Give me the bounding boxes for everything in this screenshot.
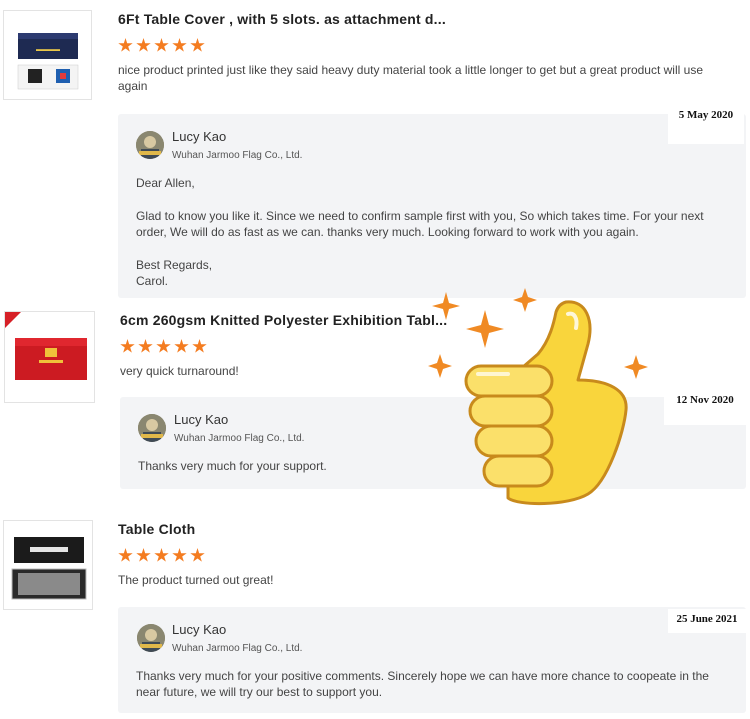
star-icon xyxy=(190,38,205,52)
reply-text-3: Thanks very much for your positive comme… xyxy=(136,668,726,700)
thumbs-up-icon xyxy=(428,288,648,506)
star-icon xyxy=(136,38,151,52)
star-icon xyxy=(172,38,187,52)
rating-stars-1 xyxy=(118,38,205,53)
reply-author-company: Wuhan Jarmoo Flag Co., Ltd. xyxy=(172,643,303,654)
star-icon xyxy=(172,548,187,562)
reply-text-1: Dear Allen, Glad to know you like it. Si… xyxy=(136,175,736,289)
review-text-3: The product turned out great! xyxy=(118,573,274,587)
star-icon xyxy=(154,548,169,562)
star-icon xyxy=(118,548,133,562)
review-date-2: 12 Nov 2020 xyxy=(664,391,746,425)
table-cover-image: ▬▬▬▬ xyxy=(17,33,79,90)
star-icon xyxy=(120,339,135,353)
star-icon xyxy=(136,548,151,562)
reply-author-name: Lucy Kao xyxy=(172,129,227,144)
review-date-3: 25 June 2021 xyxy=(668,609,746,633)
reply-author-company: Wuhan Jarmoo Flag Co., Ltd. xyxy=(174,433,305,444)
review-date-1: 5 May 2020 xyxy=(668,106,744,144)
product-thumbnail-2[interactable] xyxy=(4,311,95,403)
svg-text:▬▬▬▬: ▬▬▬▬ xyxy=(36,47,60,53)
star-icon xyxy=(118,38,133,52)
product-thumbnail-3[interactable] xyxy=(3,520,93,610)
star-icon xyxy=(192,339,207,353)
reply-author-name: Lucy Kao xyxy=(172,622,227,637)
avatar xyxy=(136,131,164,159)
rating-stars-2 xyxy=(120,339,207,354)
reply-line: Thanks very much for your positive comme… xyxy=(136,669,709,699)
star-icon xyxy=(138,339,153,353)
star-icon xyxy=(190,548,205,562)
avatar xyxy=(138,414,166,442)
reply-line: Glad to know you like it. Since we need … xyxy=(136,209,704,239)
star-icon xyxy=(154,38,169,52)
review-text-1: nice product printed just like they said… xyxy=(118,63,703,93)
black-table-cloth-image xyxy=(11,537,87,600)
reply-author-company: Wuhan Jarmoo Flag Co., Ltd. xyxy=(172,150,303,161)
star-icon xyxy=(156,339,171,353)
product-title-1[interactable]: 6Ft Table Cover , with 5 slots. as attac… xyxy=(118,11,446,27)
reply-line: Best Regards, xyxy=(136,258,213,272)
product-title-3[interactable]: Table Cloth xyxy=(118,521,195,537)
red-table-cover-image xyxy=(5,312,87,380)
product-title-2[interactable]: 6cm 260gsm Knitted Polyester Exhibition … xyxy=(120,312,447,328)
reply-author-name: Lucy Kao xyxy=(174,412,229,427)
avatar xyxy=(137,624,165,652)
rating-stars-3 xyxy=(118,548,205,563)
reply-line: Dear Allen, xyxy=(136,176,195,190)
product-thumbnail-1[interactable]: ▬▬▬▬ xyxy=(3,10,92,100)
star-icon xyxy=(174,339,189,353)
